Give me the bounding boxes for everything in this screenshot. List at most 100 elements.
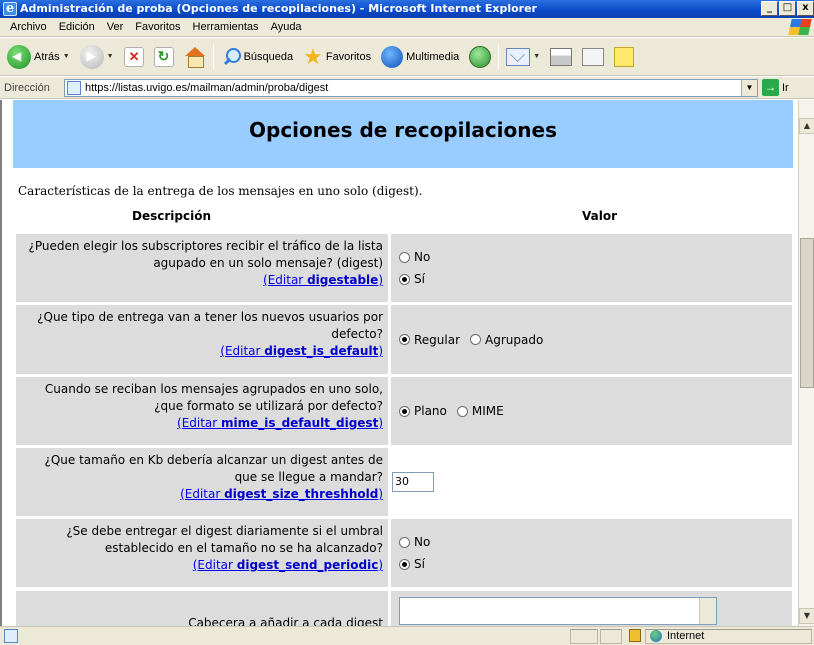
scroll-up-icon[interactable]: ▲ [799, 118, 814, 134]
page-viewport: Opciones de recopilaciones Característic… [0, 100, 798, 626]
back-dropdown-icon[interactable]: ▼ [63, 53, 70, 60]
radio-option[interactable]: Sí [399, 553, 784, 575]
option-description: ¿Pueden elegir los subscriptores recibir… [16, 234, 388, 302]
digest-header-textarea[interactable] [399, 597, 717, 625]
zone-label: Internet [667, 630, 705, 642]
status-segment [570, 629, 598, 644]
digest-size-input[interactable]: 30 [392, 472, 434, 492]
edit-icon [582, 47, 605, 66]
stop-icon [123, 46, 144, 67]
option-row-digest-size-threshhold: ¿Que tamaño en Kb debería alcanzar un di… [16, 448, 792, 516]
history-button[interactable] [466, 42, 494, 72]
ie-page-icon [67, 80, 81, 95]
radio-button-selected[interactable] [399, 558, 410, 570]
go-button[interactable]: → Ir [762, 79, 789, 96]
home-button[interactable] [181, 42, 209, 72]
edit-mime-is-default-digest-link[interactable]: (Editar mime_is_default_digest) [177, 416, 383, 430]
stop-button[interactable] [121, 42, 147, 72]
section-description: Características de la entrega de los men… [18, 184, 423, 198]
edit-digest-size-threshhold-link[interactable]: (Editar digest_size_threshhold) [180, 487, 383, 501]
maximize-button[interactable]: □ [779, 1, 796, 16]
address-dropdown-icon[interactable]: ▼ [741, 79, 757, 96]
radio-button-selected[interactable] [399, 334, 410, 345]
back-button[interactable]: Atrás ▼ [4, 42, 73, 72]
radio-button-selected[interactable] [399, 405, 410, 417]
edit-button[interactable] [579, 42, 607, 72]
forward-dropdown-icon[interactable]: ▼ [107, 53, 114, 60]
print-icon [550, 47, 573, 66]
ie-page-icon [3, 0, 17, 18]
forward-button[interactable]: ▼ [77, 42, 117, 72]
option-value: No Sí [391, 519, 792, 587]
forward-icon [79, 44, 104, 69]
search-label: Búsqueda [243, 50, 294, 63]
go-label: Ir [782, 81, 789, 94]
radio-option[interactable]: Regular [399, 329, 460, 351]
close-button[interactable]: x [797, 1, 814, 16]
option-question: Cabecera a añadir a cada digest [188, 616, 383, 626]
option-description: ¿Que tamaño en Kb debería alcanzar un di… [16, 448, 388, 516]
back-icon [7, 44, 31, 69]
globe-icon [650, 630, 662, 642]
option-value: Plano MIME [391, 377, 792, 445]
edit-digest-is-default-link[interactable]: (Editar digest_is_default) [220, 344, 383, 358]
note-icon [614, 46, 635, 67]
lock-icon [629, 629, 641, 642]
option-row-digest-header: Cabecera a añadir a cada digest [16, 591, 792, 626]
option-question: ¿Que tipo de entrega van a tener los nue… [37, 310, 383, 341]
scroll-thumb[interactable] [800, 238, 814, 388]
radio-option[interactable]: Plano [399, 400, 447, 422]
windows-logo-icon [788, 19, 812, 35]
note-button[interactable] [611, 42, 637, 72]
menu-ver[interactable]: Ver [101, 21, 130, 33]
search-button[interactable]: Búsqueda [218, 42, 297, 72]
history-icon [469, 45, 492, 68]
scroll-down-icon[interactable]: ▼ [799, 608, 814, 624]
window-controls: _ □ x [761, 1, 814, 16]
radio-option[interactable]: No [399, 531, 784, 553]
column-header-value: Valor [582, 209, 618, 223]
radio-button[interactable] [470, 334, 482, 345]
option-row-digest-is-default: ¿Que tipo de entrega van a tener los nue… [16, 305, 792, 374]
menu-favoritos[interactable]: Favoritos [129, 21, 186, 33]
address-input[interactable]: https://listas.uvigo.es/mailman/admin/pr… [64, 78, 758, 97]
favorites-star-icon: ★ [303, 43, 323, 69]
media-label: Multimedia [406, 50, 460, 63]
mail-button[interactable]: ▼ [503, 42, 543, 72]
radio-button[interactable] [399, 251, 410, 263]
refresh-button[interactable] [151, 42, 177, 72]
page-title: Opciones de recopilaciones [249, 118, 557, 142]
print-button[interactable] [547, 42, 575, 72]
radio-button[interactable] [456, 405, 468, 417]
radio-option[interactable]: No [399, 246, 784, 268]
status-segment [600, 629, 622, 644]
refresh-icon [153, 46, 174, 67]
menu-herramientas[interactable]: Herramientas [187, 21, 265, 33]
option-row-digestable: ¿Pueden elegir los subscriptores recibir… [16, 234, 792, 302]
menu-ayuda[interactable]: Ayuda [265, 21, 308, 33]
option-value: 30 [391, 448, 792, 516]
menu-edicion[interactable]: Edición [53, 21, 101, 33]
vertical-scrollbar[interactable]: ▲ ▼ [798, 100, 814, 626]
menu-archivo[interactable]: Archivo [4, 21, 53, 33]
back-label: Atrás [34, 50, 60, 63]
minimize-button[interactable]: _ [761, 1, 778, 16]
radio-option[interactable]: Agrupado [470, 329, 543, 351]
mail-dropdown-icon[interactable]: ▼ [533, 53, 540, 60]
radio-option[interactable]: MIME [456, 400, 504, 422]
option-question: ¿Se debe entregar el digest diariamente … [66, 524, 383, 555]
option-value: No Sí [391, 234, 792, 302]
home-icon [184, 46, 206, 68]
media-button[interactable]: Multimedia [378, 42, 462, 72]
edit-digest-send-periodic-link[interactable]: (Editar digest_send_periodic) [193, 558, 383, 572]
radio-option[interactable]: Sí [399, 268, 784, 290]
go-arrow-icon: → [762, 79, 779, 96]
option-row-digest-send-periodic: ¿Se debe entregar el digest diariamente … [16, 519, 792, 587]
search-icon [221, 47, 241, 67]
page-header-band: Opciones de recopilaciones [13, 100, 793, 168]
radio-button[interactable] [399, 536, 410, 548]
edit-digestable-link[interactable]: (Editar digestable) [263, 273, 383, 287]
option-description: Cabecera a añadir a cada digest [16, 591, 388, 626]
radio-button-selected[interactable] [399, 273, 410, 285]
favorites-button[interactable]: ★ Favoritos [300, 42, 374, 72]
